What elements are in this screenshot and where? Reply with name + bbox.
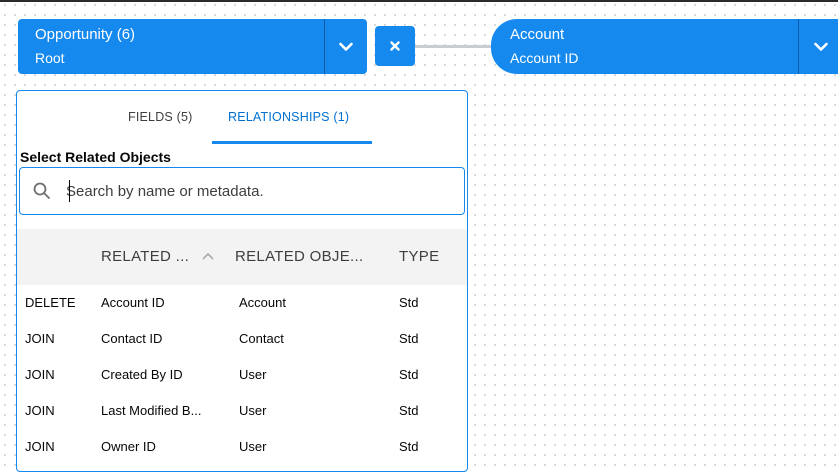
row-action-link[interactable]: JOIN [25, 403, 55, 418]
row-type: Std [399, 331, 419, 346]
close-icon [390, 41, 400, 51]
search-input[interactable] [66, 178, 446, 204]
row-type: Std [399, 403, 419, 418]
account-node-menu-button[interactable] [803, 19, 838, 74]
row-type: Std [399, 439, 419, 454]
row-type: Std [399, 367, 419, 382]
tab-fields[interactable]: FIELDS (5) [128, 110, 193, 124]
chevron-down-icon [814, 42, 828, 51]
account-node-subtitle: Account ID [510, 50, 579, 66]
text-cursor [69, 180, 70, 202]
node-divider [798, 19, 799, 74]
row-related-object: User [239, 403, 267, 418]
remove-join-button[interactable] [375, 26, 415, 66]
table-row: DELETE Account ID Account Std [17, 285, 467, 321]
chevron-down-icon [339, 42, 353, 51]
table-row: JOIN Contact ID Contact Std [17, 321, 467, 357]
account-node[interactable]: Account Account ID [491, 19, 838, 74]
table-row: JOIN Owner ID User Std [17, 429, 467, 465]
section-title: Select Related Objects [20, 149, 171, 165]
table-header: RELATED ... RELATED OBJE... TYPE [17, 229, 467, 285]
root-node-menu-button[interactable] [325, 19, 367, 74]
row-related-field: Created By ID [101, 367, 183, 382]
row-related-object: Account [239, 295, 286, 310]
sort-ascending-icon[interactable] [202, 248, 214, 266]
row-related-field: Owner ID [101, 439, 156, 454]
table-row: JOIN Last Modified B... User Std [17, 393, 467, 429]
row-related-object: User [239, 367, 267, 382]
row-action-link[interactable]: DELETE [25, 295, 76, 310]
row-related-object: User [239, 439, 267, 454]
column-header-type[interactable]: TYPE [399, 248, 439, 265]
row-action-link[interactable]: JOIN [25, 331, 55, 346]
search-box[interactable] [19, 167, 465, 215]
row-related-field: Account ID [101, 295, 165, 310]
panel-tabs: FIELDS (5) RELATIONSHIPS (1) [17, 91, 467, 145]
relationships-panel: FIELDS (5) RELATIONSHIPS (1) Select Rela… [16, 90, 468, 472]
row-action-link[interactable]: JOIN [25, 367, 55, 382]
search-icon [32, 181, 52, 201]
row-related-object: Contact [239, 331, 284, 346]
top-border [0, 0, 838, 2]
row-related-field: Last Modified B... [101, 403, 202, 418]
table-row: JOIN Created By ID User Std [17, 357, 467, 393]
column-header-related-field[interactable]: RELATED ... [101, 248, 189, 265]
root-node-subtitle: Root [35, 50, 65, 66]
row-related-field: Contact ID [101, 331, 163, 346]
row-action-link[interactable]: JOIN [25, 439, 55, 454]
column-header-related-object[interactable]: RELATED OBJE... [235, 248, 363, 265]
active-tab-indicator [212, 141, 372, 144]
tab-relationships[interactable]: RELATIONSHIPS (1) [228, 110, 349, 124]
row-type: Std [399, 295, 419, 310]
root-node-title: Opportunity (6) [35, 26, 136, 43]
account-node-title: Account [510, 26, 565, 43]
root-node[interactable]: Opportunity (6) Root [18, 19, 367, 74]
